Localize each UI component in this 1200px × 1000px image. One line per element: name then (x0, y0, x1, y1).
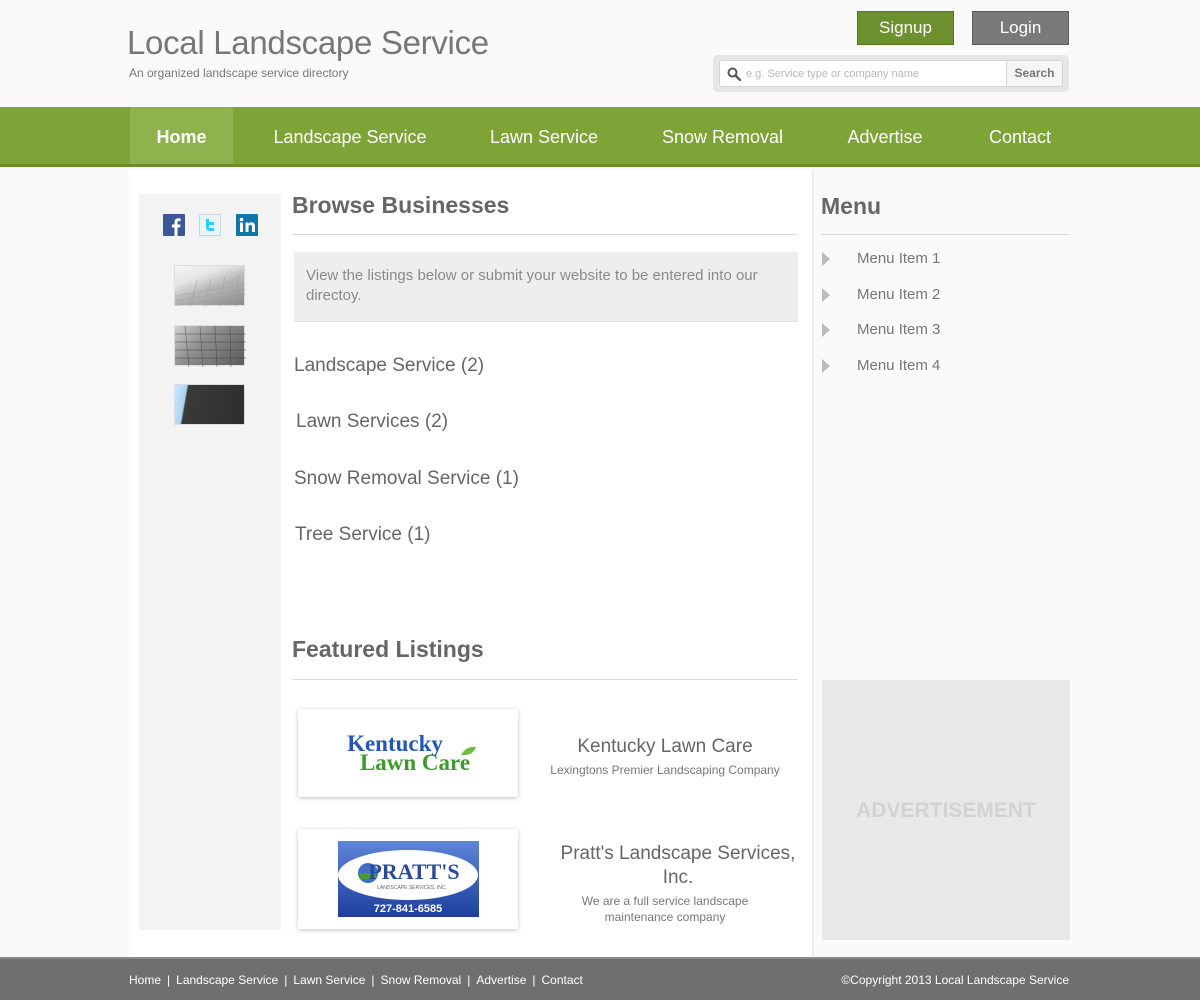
svg-text:Lawn Care: Lawn Care (360, 750, 470, 775)
nav-item-home[interactable]: Home (130, 107, 233, 164)
footer-separator: | (532, 973, 536, 987)
site-tagline: An organized landscape service directory (129, 66, 349, 80)
facebook-icon[interactable] (163, 214, 185, 236)
nav-item-lawn-service[interactable]: Lawn Service (474, 107, 614, 164)
menu-item-label: Menu Item 2 (857, 286, 941, 303)
login-button[interactable]: Login (972, 11, 1069, 45)
footer-link-landscape-service[interactable]: Landscape Service (176, 973, 278, 987)
featured-title: Featured Listings (292, 636, 484, 662)
copyright: ©Copyright 2013 Local Landscape Service (841, 973, 1069, 987)
arrow-right-icon (822, 323, 830, 337)
svg-text:PRATT'S: PRATT'S (368, 859, 459, 884)
listing-logo-kentucky-lawn-care[interactable]: Kentucky Lawn Care (298, 709, 518, 797)
footer-separator: | (284, 973, 288, 987)
listing-name[interactable]: Pratt's Landscape Services, Inc. (548, 842, 808, 890)
category-link-tree-service[interactable]: Tree Service (1) (295, 524, 431, 546)
arrow-right-icon (822, 359, 830, 373)
footer-link-home[interactable]: Home (129, 973, 161, 987)
search-bar: Search (713, 55, 1069, 92)
listing-description: We are a full service landscape maintena… (581, 894, 749, 924)
listing-description: Lexingtons Premier Landscaping Company (550, 763, 780, 777)
footer-separator: | (371, 973, 375, 987)
site-title[interactable]: Local Landscape Service (127, 24, 489, 62)
building-thumbnail[interactable] (174, 265, 247, 308)
advertisement-box[interactable]: ADVERTISEMENT (822, 680, 1070, 940)
nav-item-snow-removal[interactable]: Snow Removal (640, 107, 805, 164)
main-nav: Home Landscape Service Lawn Service Snow… (0, 107, 1200, 167)
footer-link-contact[interactable]: Contact (542, 973, 583, 987)
info-text: View the listings below or submit your w… (306, 267, 758, 304)
svg-text:LANDSCAPE SERVICES, INC.: LANDSCAPE SERVICES, INC. (377, 885, 447, 891)
footer-separator: | (167, 973, 171, 987)
menu-item-label: Menu Item 1 (857, 250, 941, 267)
category-link-landscape-service[interactable]: Landscape Service (2) (294, 355, 484, 377)
nav-item-advertise[interactable]: Advertise (830, 107, 940, 164)
svg-text:727-841-6585: 727-841-6585 (374, 903, 443, 915)
search-button[interactable]: Search (1006, 60, 1063, 87)
footer-separator: | (467, 973, 471, 987)
signup-button[interactable]: Signup (857, 11, 954, 45)
divider (821, 234, 1070, 235)
sidebar-menu-title: Menu (821, 193, 882, 219)
arrow-right-icon (822, 252, 830, 266)
building-thumbnail[interactable] (174, 384, 245, 425)
category-link-lawn-services[interactable]: Lawn Services (2) (296, 411, 448, 433)
kentucky-lawn-care-logo: Kentucky Lawn Care (347, 731, 476, 775)
category-link-snow-removal[interactable]: Snow Removal Service (1) (294, 468, 519, 490)
divider (292, 234, 798, 235)
search-input[interactable] (746, 64, 1001, 83)
footer-link-advertise[interactable]: Advertise (476, 973, 526, 987)
search-box (719, 60, 1007, 87)
menu-item-label: Menu Item 4 (857, 357, 941, 374)
divider (292, 679, 798, 680)
info-box: View the listings below or submit your w… (294, 252, 798, 322)
building-thumbnail[interactable] (174, 325, 246, 368)
listing-name[interactable]: Kentucky Lawn Care (540, 735, 790, 759)
footer-links: Home | Landscape Service | Lawn Service | Snow… (129, 973, 583, 987)
linkedin-icon[interactable] (236, 214, 258, 236)
menu-item-label: Menu Item 3 (857, 321, 941, 338)
browse-title: Browse Businesses (292, 192, 510, 218)
footer-link-snow-removal[interactable]: Snow Removal (381, 973, 462, 987)
nav-item-landscape-service[interactable]: Landscape Service (250, 107, 450, 164)
twitter-icon[interactable] (199, 214, 221, 236)
pratts-logo: PRATT'S LANDSCAPE SERVICES, INC. 727-841… (338, 841, 479, 917)
search-icon (727, 67, 741, 81)
footer: Home | Landscape Service | Lawn Service | Snow… (0, 957, 1200, 1000)
nav-item-contact[interactable]: Contact (970, 107, 1070, 164)
advertisement-label: ADVERTISEMENT (856, 799, 1036, 822)
listing-logo-pratts-landscape[interactable]: PRATT'S LANDSCAPE SERVICES, INC. 727-841… (298, 829, 518, 929)
footer-link-lawn-service[interactable]: Lawn Service (293, 973, 365, 987)
arrow-right-icon (822, 288, 830, 302)
